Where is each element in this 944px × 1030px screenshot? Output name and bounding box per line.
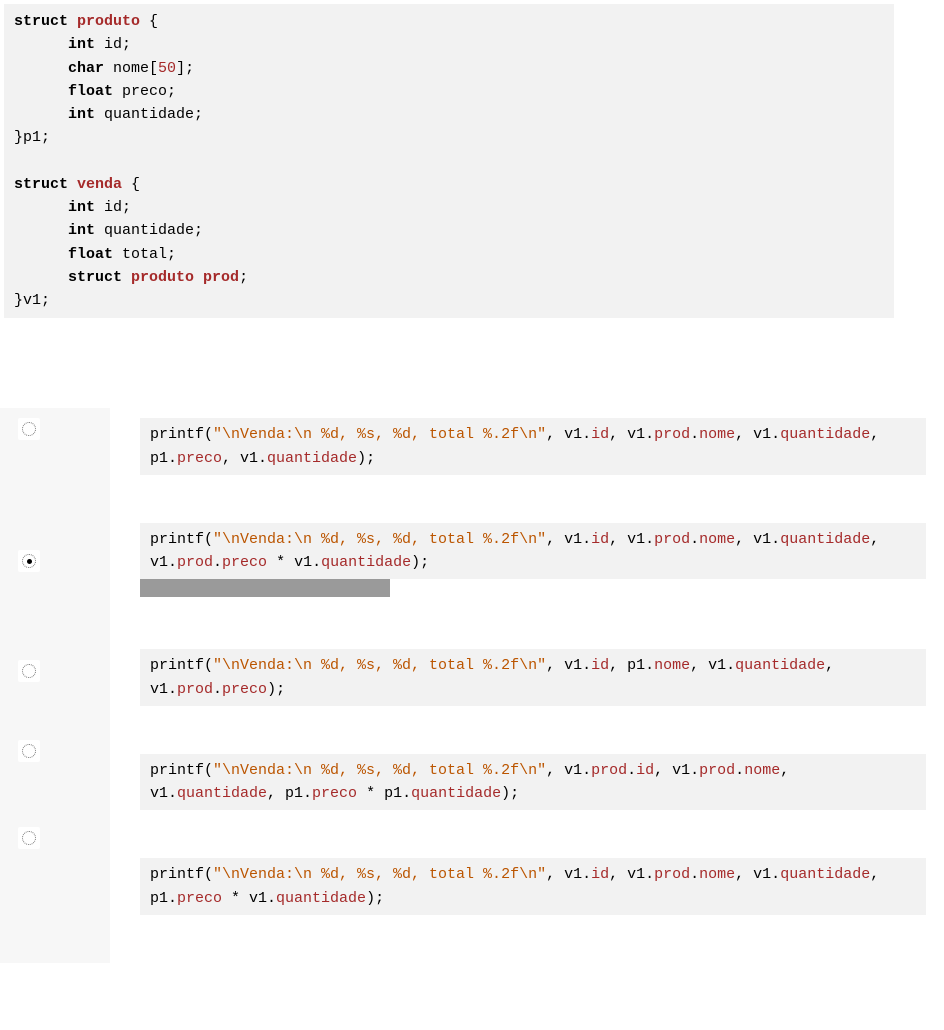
option-code-5: printf("\nVenda:\n %d, %s, %d, total %.2… [140, 858, 926, 915]
radio-option-2[interactable] [18, 550, 40, 572]
answer-options: printf("\nVenda:\n %d, %s, %d, total %.2… [0, 408, 944, 963]
radio-column [0, 408, 110, 963]
redacted-bar [140, 579, 390, 597]
option-code-3: printf("\nVenda:\n %d, %s, %d, total %.2… [140, 649, 926, 706]
option-code-1: printf("\nVenda:\n %d, %s, %d, total %.2… [140, 418, 926, 475]
option-code-4: printf("\nVenda:\n %d, %s, %d, total %.2… [140, 754, 926, 811]
code-column: printf("\nVenda:\n %d, %s, %d, total %.2… [110, 408, 944, 963]
radio-option-4[interactable] [18, 740, 40, 762]
radio-option-5[interactable] [18, 827, 40, 849]
radio-option-1[interactable] [18, 418, 40, 440]
option-code-2: printf("\nVenda:\n %d, %s, %d, total %.2… [140, 523, 926, 580]
struct-definitions: struct produto { int id; char nome[50]; … [4, 4, 894, 318]
radio-option-3[interactable] [18, 660, 40, 682]
